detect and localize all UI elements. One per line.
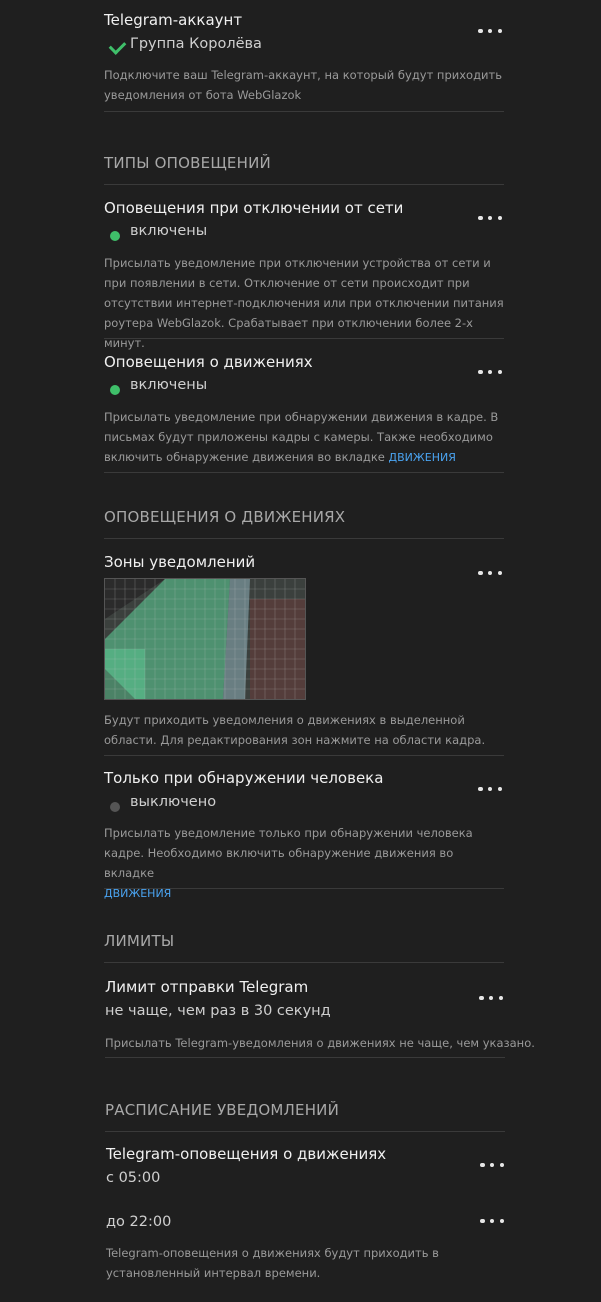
motion-alerts-value: включены	[130, 377, 208, 393]
section-title-schedule: РАСПИСАНИЕ УВЕДОМЛЕНИЙ	[105, 1101, 340, 1119]
more-dot-icon	[499, 1218, 504, 1224]
divider	[104, 184, 504, 185]
more-dot-icon	[489, 1162, 495, 1168]
more-dot-icon	[497, 570, 502, 576]
check-icon	[108, 36, 127, 55]
schedule-title: Telegram-оповещения о движениях	[106, 1145, 387, 1163]
limit-more-button[interactable]	[479, 991, 503, 1005]
zones-desc: Будут приходить уведомления о движениях …	[104, 713, 486, 747]
more-dot-icon	[479, 995, 484, 1001]
divider	[104, 888, 504, 889]
section-title-limits: ЛИМИТЫ	[104, 932, 175, 950]
zones-camera-thumbnail[interactable]	[104, 578, 306, 700]
status-on-icon	[110, 380, 120, 399]
notification-settings-page: Telegram-аккаунт Группа Королёва Подключ…	[0, 0, 601, 1302]
more-dot-icon	[497, 369, 502, 375]
more-dot-icon	[487, 215, 493, 221]
network-alerts-value: включены	[130, 223, 208, 239]
more-dot-icon	[498, 995, 503, 1001]
schedule-from: с 05:00	[106, 1170, 161, 1186]
status-off-icon	[110, 797, 120, 816]
human-only-desc: Присылать уведомление только при обнаруж…	[104, 823, 504, 904]
motion-alerts-title: Оповещения о движениях	[104, 353, 313, 371]
divider	[104, 538, 504, 539]
more-dot-icon	[487, 570, 493, 576]
human-only-title: Только при обнаружении человека	[104, 769, 384, 787]
more-dot-icon	[478, 215, 483, 221]
more-dot-icon	[497, 215, 502, 221]
more-dot-icon	[480, 1218, 485, 1224]
human-more-button[interactable]	[478, 782, 502, 796]
divider	[105, 1131, 505, 1132]
telegram-more-button[interactable]	[478, 24, 502, 38]
schedule-from-more-button[interactable]	[480, 1158, 504, 1172]
telegram-limit-value: не чаще, чем раз в 30 секунд	[105, 1003, 331, 1019]
more-dot-icon	[497, 786, 502, 792]
more-dot-icon	[478, 28, 483, 34]
schedule-to-more-button[interactable]	[480, 1214, 504, 1228]
motion-tab-link[interactable]: ДВИЖЕНИЯ	[389, 451, 456, 464]
telegram-limit-desc: Присылать Telegram-уведомления о движени…	[105, 1036, 535, 1050]
telegram-account-title: Telegram-аккаунт	[104, 11, 243, 29]
zones-title: Зоны уведомлений	[104, 553, 256, 571]
schedule-desc: Telegram-оповещения о движениях будут пр…	[106, 1246, 439, 1280]
telegram-limit-title: Лимит отправки Telegram	[105, 978, 309, 996]
divider	[104, 111, 504, 112]
more-dot-icon	[487, 28, 493, 34]
more-dot-icon	[478, 570, 483, 576]
zones-grid	[105, 579, 305, 699]
more-dot-icon	[488, 995, 494, 1001]
more-dot-icon	[480, 1162, 485, 1168]
telegram-account-desc: Подключите ваш Telegram-аккаунт, на кото…	[104, 68, 502, 102]
more-dot-icon	[499, 1162, 504, 1168]
schedule-to: до 22:00	[106, 1214, 172, 1230]
network-more-button[interactable]	[478, 211, 502, 225]
more-dot-icon	[487, 369, 493, 375]
more-dot-icon	[478, 786, 483, 792]
telegram-account-value: Группа Королёва	[130, 36, 262, 52]
section-title-motion: ОПОВЕЩЕНИЯ О ДВИЖЕНИЯХ	[104, 508, 346, 526]
more-dot-icon	[489, 1218, 495, 1224]
divider	[105, 1057, 505, 1058]
zones-more-button[interactable]	[478, 566, 502, 580]
human-only-desc-text: Присылать уведомление только при обнаруж…	[104, 826, 473, 880]
motion-more-button[interactable]	[478, 365, 502, 379]
divider	[104, 755, 504, 756]
section-title-types: ТИПЫ ОПОВЕЩЕНИЙ	[104, 154, 271, 172]
status-on-icon	[110, 226, 120, 245]
more-dot-icon	[478, 369, 483, 375]
network-alerts-title: Оповещения при отключении от сети	[104, 199, 404, 217]
more-dot-icon	[487, 786, 493, 792]
divider	[104, 472, 504, 473]
motion-alerts-desc: Присылать уведомление при обнаружении дв…	[104, 407, 504, 468]
human-only-value: выключено	[130, 794, 217, 810]
more-dot-icon	[497, 28, 502, 34]
divider	[104, 962, 504, 963]
divider	[104, 338, 504, 339]
